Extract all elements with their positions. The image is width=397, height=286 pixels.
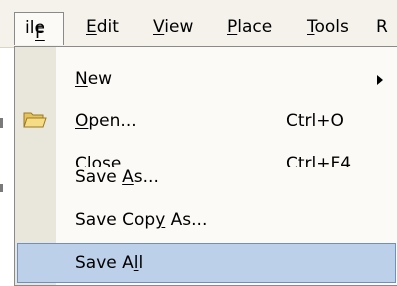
menu-item-new[interactable]: New xyxy=(15,59,397,99)
menu-view[interactable]: View xyxy=(153,17,193,37)
menu-file[interactable]: File xyxy=(14,12,64,45)
submenu-arrow-icon xyxy=(377,75,383,85)
menu-tools[interactable]: Tools xyxy=(307,17,349,37)
menu-item-open[interactable]: Open... Ctrl+O xyxy=(15,101,397,141)
menu-item-save-as-label: Save As... xyxy=(75,167,159,187)
file-dropdown: New Open... Ctrl+O Close Ctrl+F4 Save As… xyxy=(14,46,397,286)
menu-item-open-shortcut: Ctrl+O xyxy=(286,111,344,131)
menu-item-save-copy-as-label: Save Copy As... xyxy=(75,210,208,230)
menu-item-save-as[interactable]: Save As... xyxy=(15,157,397,197)
menu-r[interactable]: R xyxy=(376,17,388,37)
menu-item-save-copy-as[interactable]: Save Copy As... xyxy=(15,200,397,240)
edge-mark xyxy=(0,184,3,192)
menu-item-save-all-label: Save All xyxy=(75,253,144,273)
menu-place[interactable]: Place xyxy=(227,17,272,37)
menu-bar: File Edit View Place Tools R xyxy=(0,0,397,48)
menu-file-label: File xyxy=(25,18,45,43)
menu-item-save-all[interactable]: Save All xyxy=(17,243,396,283)
menu-edit[interactable]: Edit xyxy=(86,17,119,37)
menu-item-new-label: New xyxy=(75,69,113,89)
menu-item-open-label: Open... xyxy=(75,111,137,131)
edge-mark xyxy=(0,118,3,128)
open-folder-icon xyxy=(23,112,47,128)
